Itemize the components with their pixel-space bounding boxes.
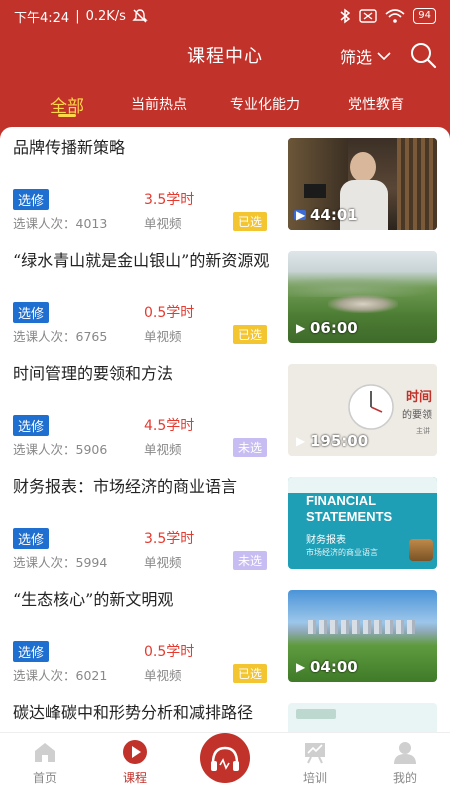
play-icon: ▶	[296, 660, 306, 674]
course-thumbnail[interactable]: ▶ 04:00	[288, 590, 437, 682]
tab-training[interactable]: 培训	[270, 733, 360, 786]
course-thumbnail[interactable]	[288, 703, 437, 732]
video-duration: 06:00	[310, 319, 358, 337]
bottom-tab-bar: 首页 课程 培训 我的	[0, 732, 450, 800]
battery-indicator: 94	[413, 8, 436, 24]
tab-label: 培训	[302, 771, 327, 785]
course-hours: 0.5学时	[144, 644, 195, 660]
user-icon	[394, 742, 416, 764]
course-thumbnail[interactable]: ▶ 06:00	[288, 251, 437, 343]
selected-status: 未选	[233, 438, 268, 457]
tab-professional[interactable]: 专业化能力	[230, 82, 300, 114]
tab-label: 首页	[32, 771, 57, 785]
home-icon	[35, 743, 55, 762]
elective-badge: 选修	[13, 189, 50, 210]
tab-home[interactable]: 首页	[0, 733, 90, 786]
thumb-subtitle-text: 财务报表	[306, 535, 346, 546]
tab-label: 课程	[122, 771, 147, 785]
tab-all[interactable]: 全部	[50, 82, 84, 117]
training-icon	[305, 743, 325, 764]
nav-bar: 课程中心 筛选	[0, 32, 450, 78]
course-hours: 3.5学时	[144, 531, 195, 547]
video-duration: 195:00	[310, 432, 369, 450]
headphones-icon	[211, 746, 239, 771]
course-hours: 0.5学时	[144, 305, 195, 321]
mute-icon	[132, 9, 148, 23]
course-item[interactable]: 碳达峰碳中和形势分析和减排路径	[0, 692, 450, 732]
elective-badge: 选修	[13, 415, 50, 436]
wifi-icon	[385, 9, 405, 23]
play-icon: ▶	[296, 321, 306, 335]
elective-badge: 选修	[13, 641, 50, 662]
category-tabs: 全部 当前热点 专业化能力 党性教育	[0, 82, 450, 126]
enroll-count: 选课人次：5994	[13, 555, 108, 570]
course-type: 单视频	[144, 442, 182, 457]
course-type: 单视频	[144, 555, 182, 570]
course-thumbnail[interactable]: 44:01 ▶	[288, 138, 437, 230]
elective-badge: 选修	[13, 528, 50, 549]
course-item[interactable]: “绿水青山就是金山银山”的新资源观 选修 0.5学时 选课人次：6765 单视频…	[0, 240, 450, 353]
course-hours: 4.5学时	[144, 418, 195, 434]
filter-label: 筛选	[339, 48, 372, 67]
play-icon: ▶	[296, 208, 306, 222]
tab-party-education[interactable]: 党性教育	[348, 82, 404, 114]
search-icon[interactable]	[408, 40, 438, 70]
enroll-count: 选课人次：4013	[13, 216, 108, 231]
course-hours: 3.5学时	[144, 192, 195, 208]
tab-label: 我的	[392, 771, 417, 785]
course-title: “生态核心”的新文明观	[13, 590, 174, 609]
play-icon: ▶	[296, 434, 306, 448]
course-item[interactable]: “生态核心”的新文明观 选修 0.5学时 选课人次：6021 单视频 已选 ▶ …	[0, 579, 450, 692]
course-title: 时间管理的要领和方法	[13, 364, 174, 383]
enroll-count: 选课人次：5906	[13, 442, 108, 457]
thumb-title-text-2: STATEMENTS	[306, 509, 393, 524]
course-title: “绿水青山就是金山银山”的新资源观	[13, 251, 270, 270]
enroll-count: 选课人次：6765	[13, 329, 108, 344]
status-time: 下午4:24	[14, 10, 70, 26]
course-title: 财务报表：市场经济的商业语言	[13, 477, 238, 496]
course-type: 单视频	[144, 668, 182, 683]
chevron-down-icon	[377, 52, 391, 61]
course-item[interactable]: 财务报表：市场经济的商业语言 选修 3.5学时 选课人次：5994 单视频 未选…	[0, 466, 450, 579]
course-type: 单视频	[144, 216, 182, 231]
status-bar: 下午4:24 | 0.2K/s 94	[0, 0, 450, 32]
course-thumbnail[interactable]: 时间 的要领 主讲 ▶ 195:00	[288, 364, 437, 456]
course-list: 品牌传播新策略 选修 3.5学时 选课人次：4013 单视频 已选 44:01 …	[0, 127, 450, 732]
thumb-title-text: FINANCIAL	[306, 493, 377, 508]
tab-courses[interactable]: 课程	[90, 733, 180, 786]
tab-mine[interactable]: 我的	[360, 733, 450, 786]
sim-icon	[359, 9, 377, 23]
enroll-count: 选课人次：6021	[13, 668, 108, 683]
tab-hot-topics[interactable]: 当前热点	[131, 82, 187, 114]
selected-status: 未选	[233, 551, 268, 570]
course-title: 碳达峰碳中和形势分析和减排路径	[13, 703, 254, 722]
network-speed: 0.2K/s	[85, 8, 126, 24]
selected-status: 已选	[233, 664, 268, 683]
thumb-subtitle-text: 的要领	[402, 410, 432, 421]
bluetooth-icon	[340, 8, 351, 24]
video-duration: 04:00	[310, 658, 358, 676]
play-icon	[123, 740, 147, 764]
video-duration: 44:01	[310, 206, 358, 224]
course-item[interactable]: 品牌传播新策略 选修 3.5学时 选课人次：4013 单视频 已选 44:01 …	[0, 127, 450, 240]
course-thumbnail[interactable]: FINANCIAL STATEMENTS 财务报表 市场经济的商业语言	[288, 477, 437, 569]
course-type: 单视频	[144, 329, 182, 344]
selected-status: 已选	[233, 325, 268, 344]
course-item[interactable]: 时间管理的要领和方法 选修 4.5学时 选课人次：5906 单视频 未选 时间 …	[0, 353, 450, 466]
course-title: 品牌传播新策略	[13, 138, 126, 157]
audio-button[interactable]	[200, 733, 250, 783]
filter-button[interactable]: 筛选	[340, 44, 392, 68]
thumb-title-text: 时间	[406, 390, 433, 405]
thumb-small-text: 市场经济的商业语言	[306, 548, 378, 557]
clock-icon	[348, 384, 394, 430]
selected-status: 已选	[233, 212, 268, 231]
elective-badge: 选修	[13, 302, 50, 323]
thumb-small-text: 主讲	[416, 427, 430, 435]
